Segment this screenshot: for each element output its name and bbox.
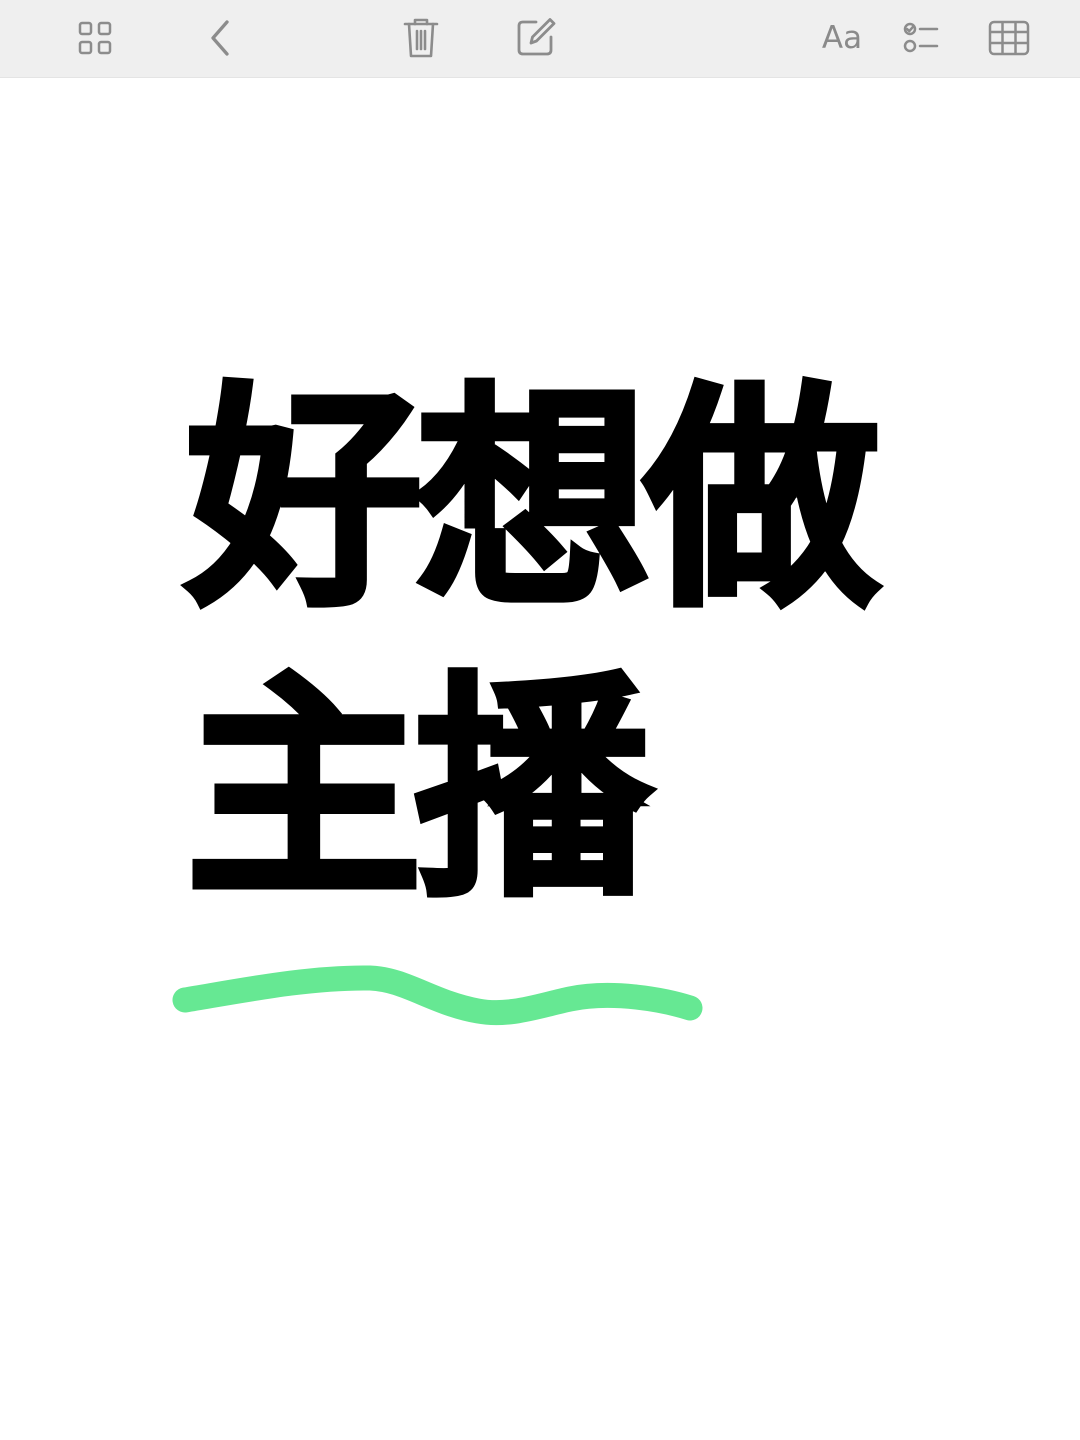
note-heading-line-1: 好想做	[183, 363, 883, 638]
gallery-view-button[interactable]	[67, 10, 123, 66]
note-heading-line-2: 主播	[183, 653, 654, 928]
table-button[interactable]	[981, 10, 1037, 66]
delete-button[interactable]	[393, 10, 449, 66]
back-button[interactable]	[192, 10, 248, 66]
compose-icon	[513, 16, 557, 60]
table-icon	[988, 20, 1030, 56]
chevron-left-icon	[205, 18, 235, 58]
checklist-button[interactable]	[893, 10, 949, 66]
checklist-icon	[902, 21, 940, 55]
format-button[interactable]: Aa	[814, 10, 870, 66]
compose-button[interactable]	[507, 10, 563, 66]
text-format-icon: Aa	[821, 20, 863, 56]
green-wavy-underline	[172, 965, 703, 1026]
top-toolbar: Aa	[0, 0, 1080, 78]
grid-icon	[78, 21, 112, 55]
trash-icon	[402, 16, 440, 60]
